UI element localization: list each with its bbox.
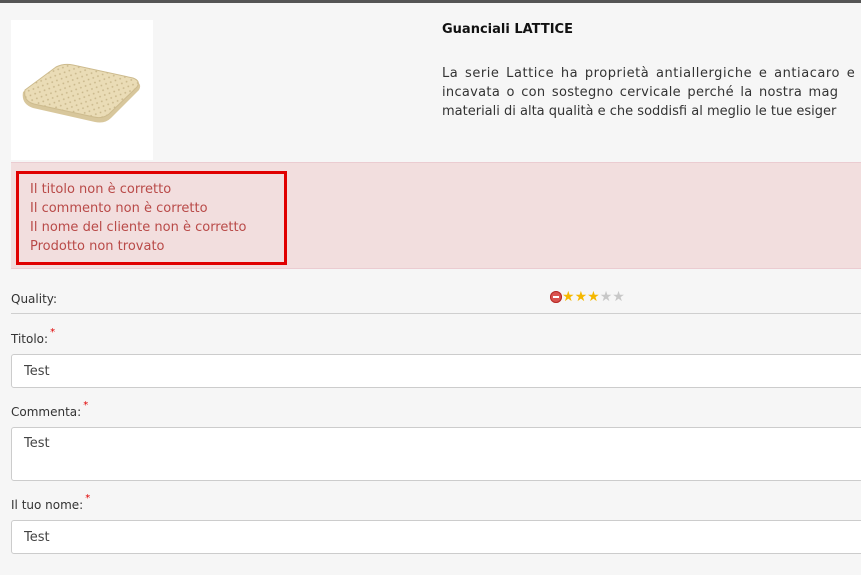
title-label: Titolo: *	[11, 327, 55, 346]
name-label: Il tuo nome: *	[11, 493, 90, 512]
latex-pillow-image	[22, 63, 141, 123]
error-message: Il titolo non è corretto	[30, 182, 172, 197]
error-message: Il nome del cliente non è corretto	[30, 220, 247, 235]
comment-label-text: Commenta:	[11, 405, 82, 419]
product-description: La serie Lattice ha proprietà antiallerg…	[442, 64, 861, 121]
star-rating: ★ ★ ★ ★ ★	[550, 290, 625, 304]
product-title: Guanciali LATTICE	[442, 22, 573, 37]
star-icon[interactable]: ★	[612, 290, 625, 304]
title-label-text: Titolo:	[11, 332, 49, 346]
comment-label: Commenta: *	[11, 400, 88, 419]
error-highlight-box: Il titolo non è corretto Il commento non…	[16, 171, 287, 265]
name-label-text: Il tuo nome:	[11, 498, 84, 512]
description-line: incavata o con sostegno cervicale perché…	[442, 85, 839, 100]
comment-textarea[interactable]: Test	[11, 427, 861, 481]
product-image	[11, 20, 153, 160]
description-line: materiali di alta qualità e che soddisfi…	[442, 104, 837, 119]
error-alert: Il titolo non è corretto Il commento non…	[11, 162, 861, 269]
top-border	[0, 0, 861, 3]
star-icon[interactable]: ★	[562, 290, 575, 304]
star-icon[interactable]: ★	[575, 290, 588, 304]
star-icon[interactable]: ★	[600, 290, 613, 304]
name-input[interactable]	[11, 520, 861, 554]
rating-row: Quality: ★ ★ ★ ★ ★	[11, 284, 861, 314]
title-input[interactable]	[11, 354, 861, 388]
rating-label: Quality:	[11, 292, 58, 306]
description-line: La serie Lattice ha proprietà antiallerg…	[442, 66, 861, 81]
required-mark: *	[85, 493, 91, 504]
error-message: Il commento non è corretto	[30, 201, 208, 216]
error-message: Prodotto non trovato	[30, 239, 165, 254]
star-icon[interactable]: ★	[587, 290, 600, 304]
cancel-rating-icon[interactable]	[550, 291, 562, 303]
required-mark: *	[83, 400, 89, 411]
required-mark: *	[50, 327, 56, 338]
